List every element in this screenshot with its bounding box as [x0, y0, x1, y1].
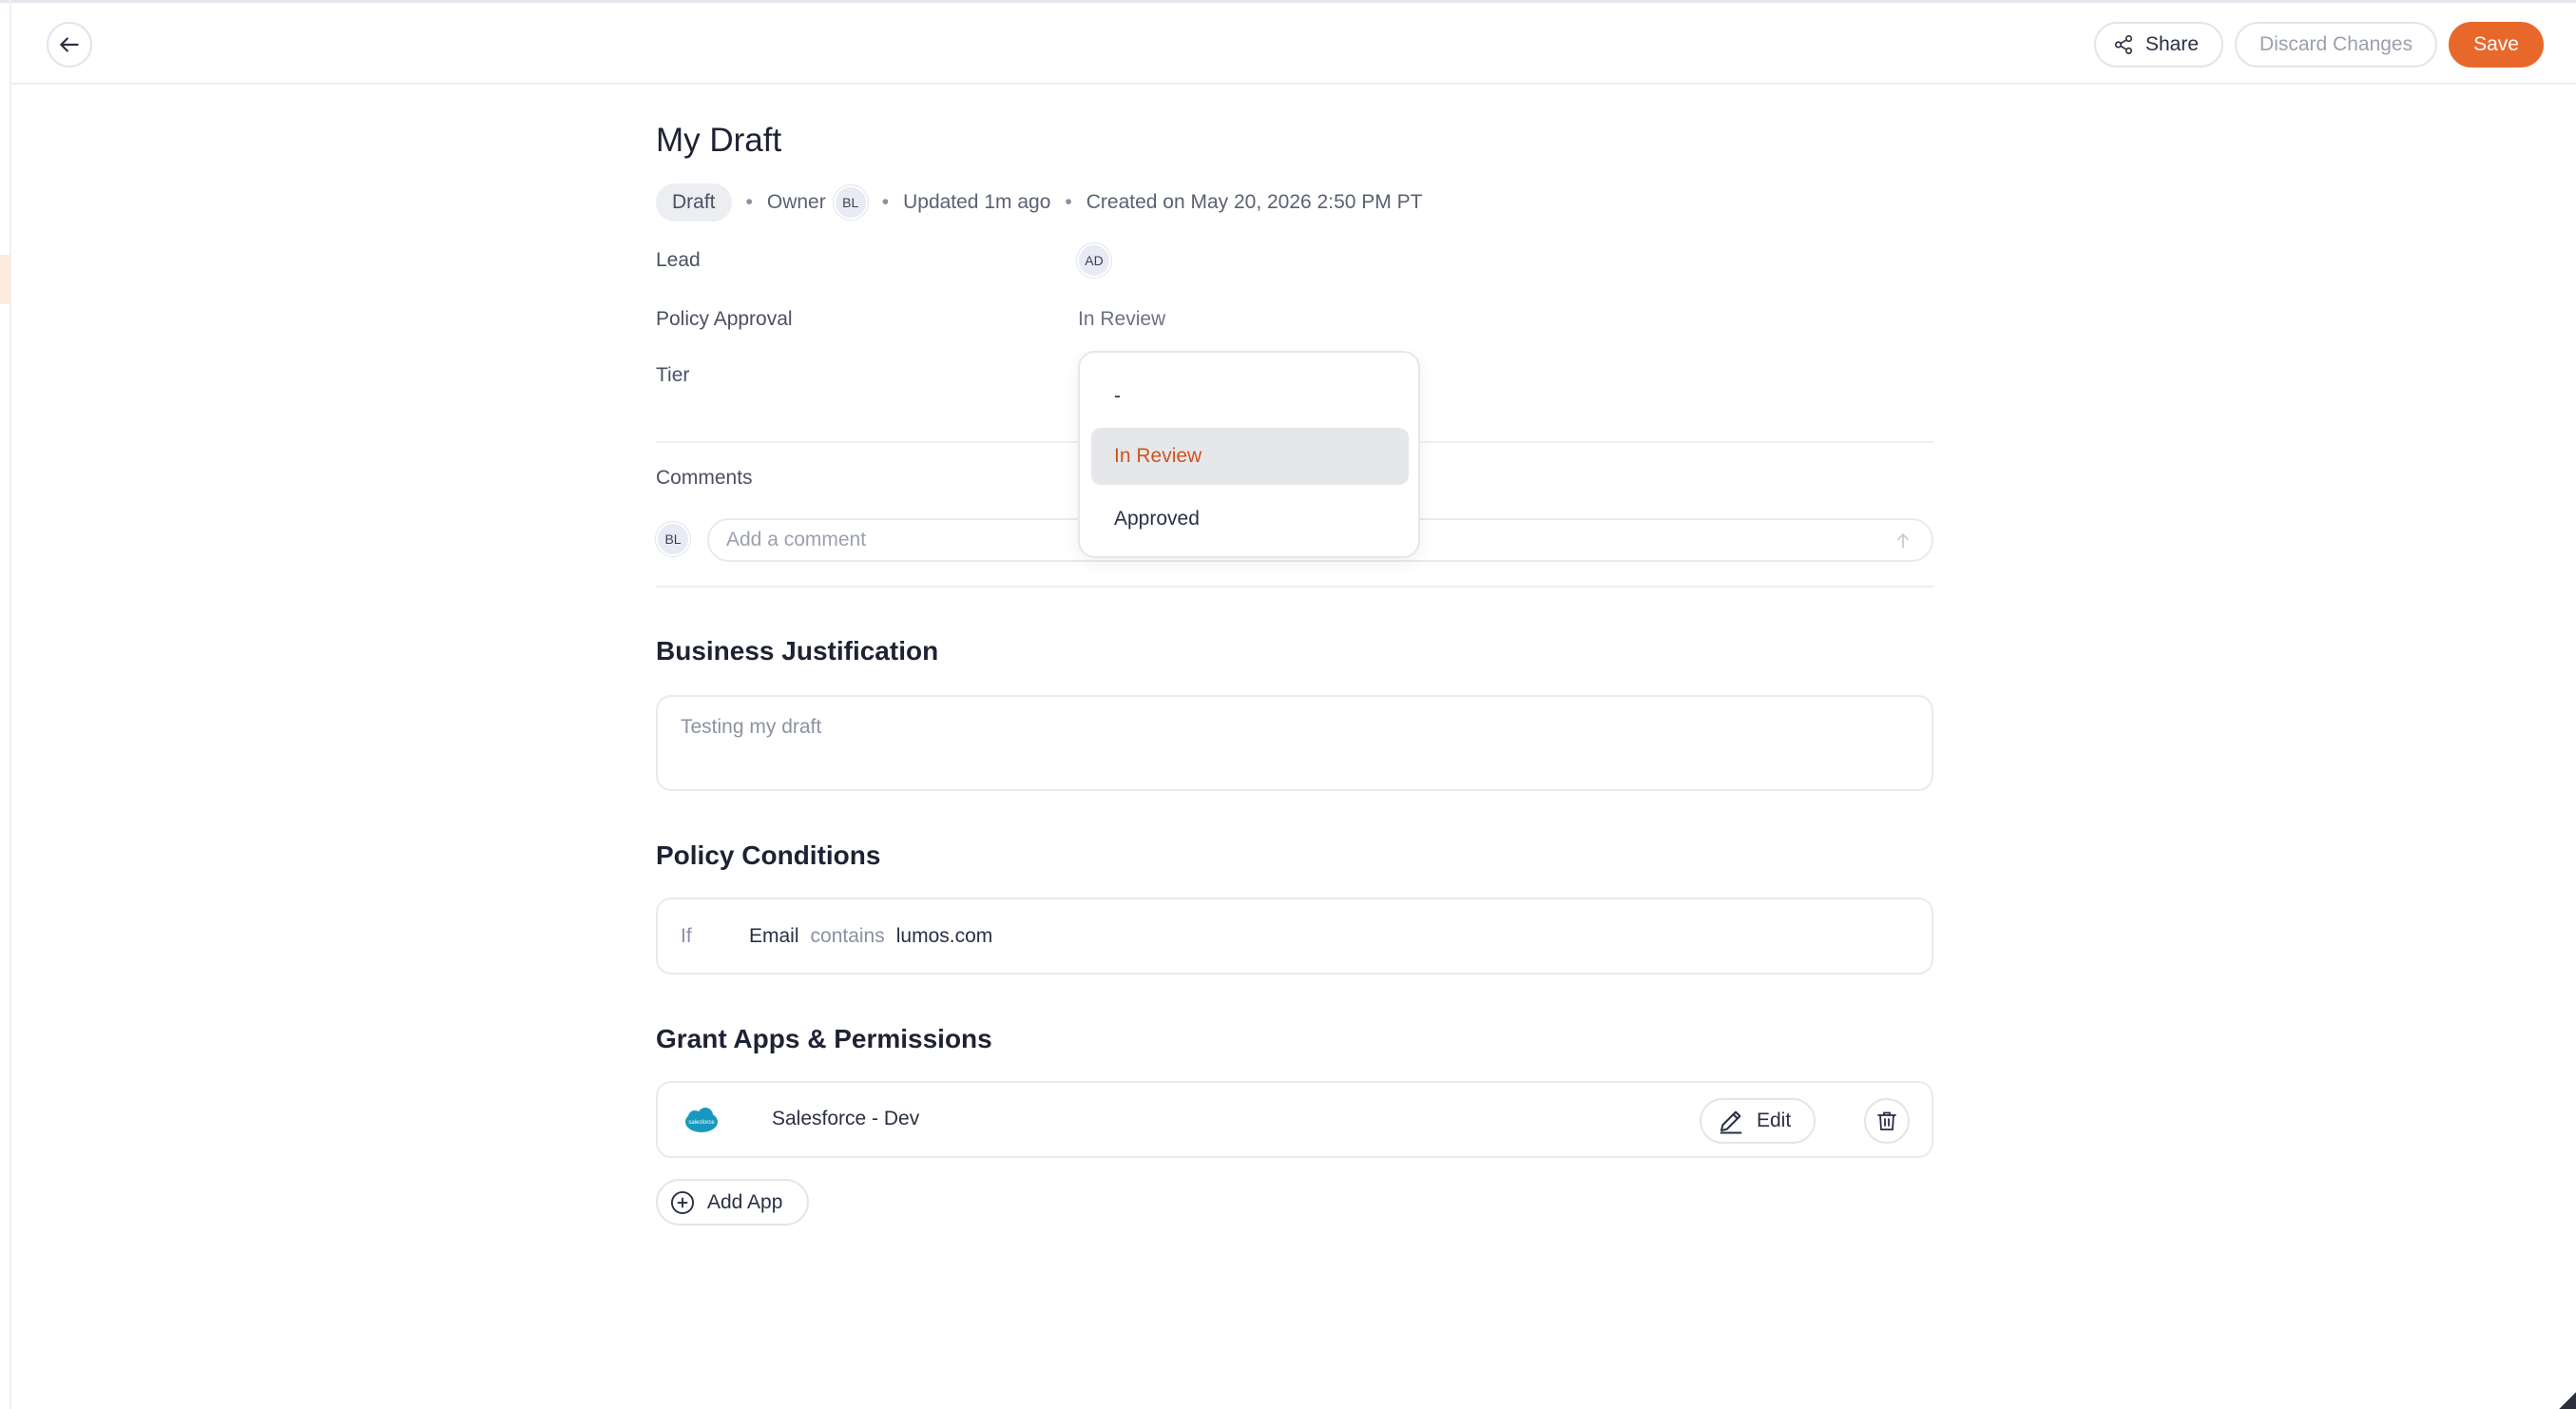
save-label: Save	[2473, 33, 2519, 55]
back-button[interactable]	[47, 22, 92, 68]
edit-app-button[interactable]: Edit	[1700, 1098, 1817, 1144]
share-button[interactable]: Share	[2093, 22, 2224, 68]
created-text: Created on May 20, 2026 2:50 PM PT	[1086, 191, 1423, 213]
lead-label: Lead	[656, 249, 701, 271]
condition-field[interactable]: Email	[749, 925, 799, 948]
page-title: My Draft	[656, 122, 782, 159]
save-button[interactable]: Save	[2449, 22, 2544, 68]
delete-app-button[interactable]	[1864, 1098, 1910, 1144]
edit-label: Edit	[1757, 1110, 1792, 1131]
business-justification-title: Business Justification	[656, 636, 939, 666]
salesforce-logo-text: salesforce	[688, 1120, 715, 1126]
discard-label: Discard Changes	[2259, 33, 2413, 55]
updated-text: Updated 1m ago	[903, 191, 1051, 213]
condition-value[interactable]: lumos.com	[896, 925, 993, 948]
app-name: Salesforce - Dev	[772, 1108, 920, 1129]
business-justification-field[interactable]: Testing my draft	[656, 695, 1933, 791]
comment-placeholder: Add a comment	[726, 529, 867, 550]
trash-icon	[1877, 1111, 1896, 1130]
comments-label: Comments	[656, 467, 753, 489]
page: Share Discard Changes Save My Draft Draf…	[0, 0, 2576, 1409]
owner-label: Owner	[766, 191, 826, 213]
left-accent	[0, 255, 10, 304]
add-app-label: Add App	[707, 1190, 783, 1213]
back-arrow-icon	[60, 37, 79, 52]
tier-label: Tier	[656, 364, 690, 386]
comment-user-avatar: BL	[656, 522, 690, 556]
dropdown-option-none[interactable]: -	[1091, 368, 1409, 425]
condition-operator[interactable]: contains	[811, 925, 885, 948]
pencil-icon	[1720, 1110, 1742, 1134]
header-actions: Share Discard Changes Save	[2093, 22, 2544, 68]
owner-avatar[interactable]: BL	[833, 185, 868, 220]
condition-if-label: If	[681, 924, 692, 947]
dropdown-option-in-review[interactable]: In Review	[1091, 428, 1409, 485]
divider	[656, 586, 1933, 588]
salesforce-logo: salesforce	[685, 1108, 718, 1132]
policy-condition-row[interactable]: If Email contains lumos.com	[656, 898, 1933, 975]
policy-approval-dropdown: - In Review Approved	[1078, 351, 1420, 558]
dropdown-option-approved[interactable]: Approved	[1091, 491, 1409, 548]
policy-approval-label: Policy Approval	[656, 308, 793, 330]
separator-dot: •	[1065, 191, 1072, 213]
separator-dot: •	[745, 191, 753, 213]
status-badge: Draft	[656, 183, 732, 222]
policy-conditions-title: Policy Conditions	[656, 840, 881, 870]
policy-approval-select[interactable]: In Review	[1078, 308, 1165, 331]
corner-mark	[2559, 1392, 2576, 1409]
send-arrow-icon[interactable]	[1894, 531, 1913, 550]
separator-dot: •	[881, 191, 890, 213]
add-app-button[interactable]: Add App	[656, 1179, 810, 1226]
lead-avatar[interactable]: AD	[1077, 243, 1111, 278]
share-icon	[2114, 35, 2133, 54]
meta-row: Draft • Owner BL • Updated 1m ago • Crea…	[656, 183, 1422, 222]
left-rule	[10, 0, 11, 1409]
header-bar: Share Discard Changes Save	[11, 3, 2576, 85]
discard-changes-button[interactable]: Discard Changes	[2235, 22, 2438, 68]
plus-circle-icon	[670, 1190, 695, 1214]
grant-apps-title: Grant Apps & Permissions	[656, 1024, 992, 1053]
share-label: Share	[2144, 33, 2200, 55]
app-row: salesforce Salesforce - Dev Edit	[656, 1081, 1933, 1158]
